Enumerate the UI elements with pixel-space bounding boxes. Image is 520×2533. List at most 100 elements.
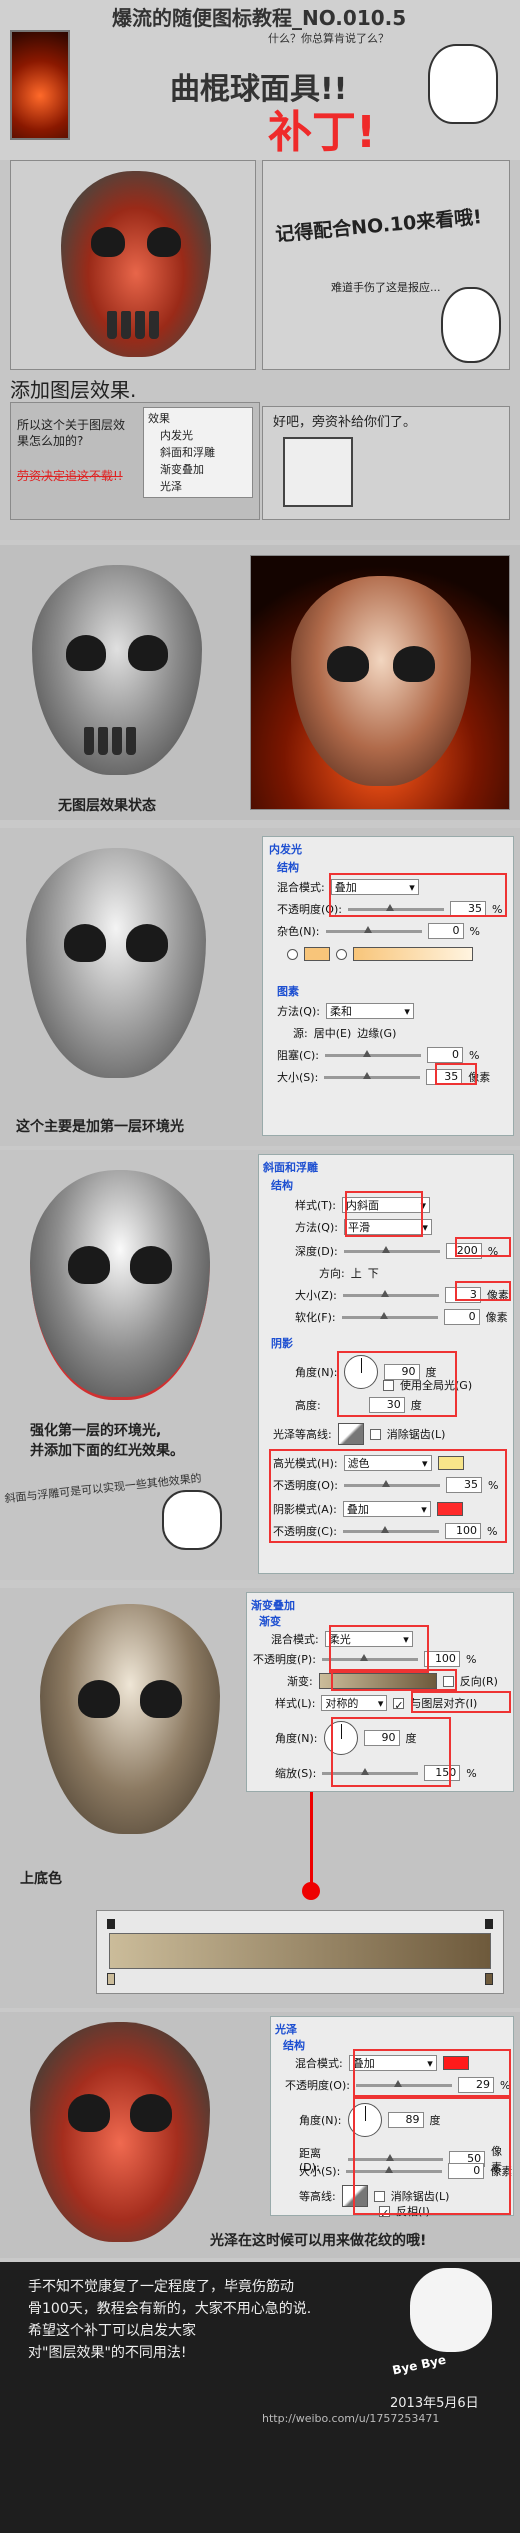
soften-slider[interactable] — [341, 1311, 438, 1319]
gradient-opacity-input[interactable]: 100 — [423, 1651, 460, 1667]
satin-section: 光泽在这时候可以用来做花纹的哦! 光泽 结构 混合模式: 叠加 ▾ 不透明度(O)… — [0, 2012, 520, 2258]
color-stop-right[interactable] — [485, 1973, 493, 1985]
answer-text: 好吧，旁资补给你们了。 — [273, 415, 417, 430]
glow-color-swatch[interactable] — [304, 947, 330, 961]
gradient-mask-image — [40, 1604, 220, 1834]
shading-group-label: 阴影 — [271, 1337, 293, 1350]
gradient-bar[interactable] — [109, 1933, 491, 1969]
crying-face-icon — [441, 287, 501, 363]
bevel-caption-2: 并添加下面的红光效果。 — [30, 1443, 184, 1459]
satin-title: 光泽 — [275, 2023, 297, 2036]
meme-face-icon — [162, 1490, 222, 1550]
size-slider[interactable] — [324, 1071, 421, 1079]
bevel-dialog: 斜面和浮雕 结构 样式(T): 内斜面 ▾ 方法(Q): 平滑 ▾ 深度(D): 2… — [258, 1154, 514, 1574]
highlight-box — [345, 1191, 423, 1237]
source-edge-radio[interactable]: 边缘(G) — [357, 1025, 396, 1041]
gradient-radio[interactable] — [336, 948, 347, 960]
glow-gradient-swatch[interactable] — [353, 947, 473, 961]
gradient-section: 上底色 渐变叠加 渐变 混合模式: 柔光 ▾ 不透明度(P): 100 % 渐变:… — [0, 1588, 520, 2008]
inner-glow-title: 内发光 — [269, 843, 302, 856]
soften-input[interactable]: 0 — [443, 1309, 480, 1325]
satin-dialog: 光泽 结构 混合模式: 叠加 ▾ 不透明度(O): 29 % 角度(N): 89 … — [270, 2016, 514, 2220]
gloss-contour-picker[interactable] — [337, 1423, 364, 1445]
menu-item-effects[interactable]: 效果 — [148, 410, 248, 427]
size-label: 大小(S): — [277, 1071, 319, 1084]
satin-blend-label: 混合模式: — [295, 2057, 343, 2070]
page-title: 爆流的随便图标教程_NO.010.5 — [112, 6, 407, 30]
gradient-opacity-label: 不透明度(P): — [253, 1653, 316, 1666]
angle-label: 角度(N): — [295, 1366, 338, 1379]
gradient-style-label: 样式(L): — [275, 1697, 316, 1710]
direction-down-radio[interactable]: 下 — [368, 1265, 379, 1281]
highlight-box — [331, 1669, 457, 1691]
highlight-box — [455, 1281, 511, 1301]
highlight-box — [353, 2049, 511, 2097]
bevel-mask-image — [30, 1170, 210, 1400]
final-mask-frame — [250, 555, 510, 810]
choke-slider[interactable] — [324, 1049, 421, 1057]
inner-glow-mask-image — [26, 848, 206, 1078]
blend-mode-label: 混合模式: — [277, 881, 325, 894]
troll-face-icon — [410, 2268, 492, 2352]
computer-user-drawing-icon — [283, 437, 353, 507]
color-radio[interactable] — [287, 948, 298, 960]
menu-item-inner-glow[interactable]: 内发光 — [148, 427, 248, 444]
bevel-title: 斜面和浮雕 — [263, 1161, 318, 1174]
footer-section: 手不知不觉康复了一定程度了，毕竟伤筋动 骨100天，教程会有新的，大家不用心急的… — [0, 2262, 520, 2533]
answer-frame: 好吧，旁资补给你们了。 — [262, 406, 510, 520]
noise-input[interactable]: 0 — [427, 923, 464, 939]
gradient-style-select[interactable]: 对称的 ▾ — [321, 1695, 388, 1711]
inner-glow-caption: 这个主要是加第一层环境光 — [16, 1119, 184, 1135]
footer-weibo-link[interactable]: http://weibo.com/u/1757253471 — [262, 2412, 439, 2425]
note-frame: 记得配合NO.10来看哦! 难道手伤了这是报应... — [262, 160, 510, 370]
red-title: 补丁! — [268, 107, 377, 158]
noise-slider[interactable] — [325, 925, 422, 933]
gradient-title: 渐变叠加 — [251, 1599, 295, 1612]
satin-size-label: 大小(S): — [299, 2165, 341, 2178]
highlight-box — [329, 873, 507, 917]
inner-glow-dialog: 内发光 结构 混合模式: 叠加 ▾ 不透明度(O): 35 % 杂色(N): 0 … — [262, 836, 514, 1136]
gray-mask-image — [32, 565, 202, 775]
gradient-dialog: 渐变叠加 渐变 混合模式: 柔光 ▾ 不透明度(P): 100 % 渐变: 反向(… — [246, 1592, 514, 1792]
scale-label: 缩放(S): — [275, 1767, 317, 1780]
footer-line-4: 对"图层效果"的不同用法! — [28, 2345, 187, 2361]
method-select[interactable]: 柔和 ▾ — [325, 1003, 414, 1019]
gloss-contour-label: 光泽等高线: — [273, 1428, 332, 1441]
footer-line-3: 希望这个补丁可以启发大家 — [28, 2323, 196, 2339]
depth-slider[interactable] — [343, 1245, 440, 1253]
source-center-radio[interactable]: 居中(E) — [314, 1025, 352, 1041]
choke-input[interactable]: 0 — [426, 1047, 463, 1063]
altitude-label: 高度: — [295, 1399, 321, 1412]
opacity-stop-left[interactable] — [107, 1919, 115, 1929]
satin-caption: 光泽在这时候可以用来做花纹的哦! — [210, 2233, 427, 2249]
satin-mask-image — [30, 2022, 210, 2242]
final-mask-right-eye — [393, 646, 435, 682]
color-stop-left[interactable] — [107, 1973, 115, 1985]
no-effects-section: 无图层效果状态 — [0, 545, 520, 820]
highlight-box — [329, 1625, 429, 1673]
align-layer-checkbox[interactable]: ✓ — [393, 1697, 405, 1712]
satin-structure-label: 结构 — [283, 2039, 305, 2052]
bevel-size-slider[interactable] — [342, 1289, 439, 1297]
highlight-box — [411, 1691, 511, 1713]
opacity-stop-right[interactable] — [485, 1919, 493, 1929]
no-effects-caption: 无图层效果状态 — [58, 798, 156, 814]
menu-item-gradient[interactable]: 渐变叠加 — [148, 461, 248, 478]
menu-item-satin[interactable]: 光泽 — [148, 478, 248, 495]
anti-alias-checkbox[interactable] — [369, 1428, 381, 1440]
bye-bubble: Bye Bye — [391, 2352, 448, 2378]
direction-up-radio[interactable]: 上 — [351, 1265, 362, 1281]
effects-menu: 效果 内发光 斜面和浮雕 渐变叠加 光泽 — [143, 407, 253, 498]
highlight-box — [331, 1717, 451, 1787]
highlight-box — [337, 1351, 457, 1417]
gray-mask-left-eye — [66, 635, 106, 671]
satin-angle-label: 角度(N): — [299, 2114, 342, 2127]
gradient-label: 渐变: — [287, 1675, 313, 1688]
question-frame: 所以这个关于图层效果怎么加的? 劳资决定追这不载!! 效果 内发光 斜面和浮雕 … — [10, 402, 260, 520]
bevel-structure-label: 结构 — [271, 1179, 293, 1192]
footer-line-2: 骨100天，教程会有新的，大家不用心急的说. — [28, 2301, 312, 2317]
source-label: 源: — [293, 1027, 308, 1040]
satin-opacity-label: 不透明度(O): — [285, 2079, 350, 2092]
bevel-section: 强化第一层的环境光, 并添加下面的红光效果。 斜面与浮雕可是可以实现一些其他效果… — [0, 1150, 520, 1580]
menu-item-bevel[interactable]: 斜面和浮雕 — [148, 444, 248, 461]
